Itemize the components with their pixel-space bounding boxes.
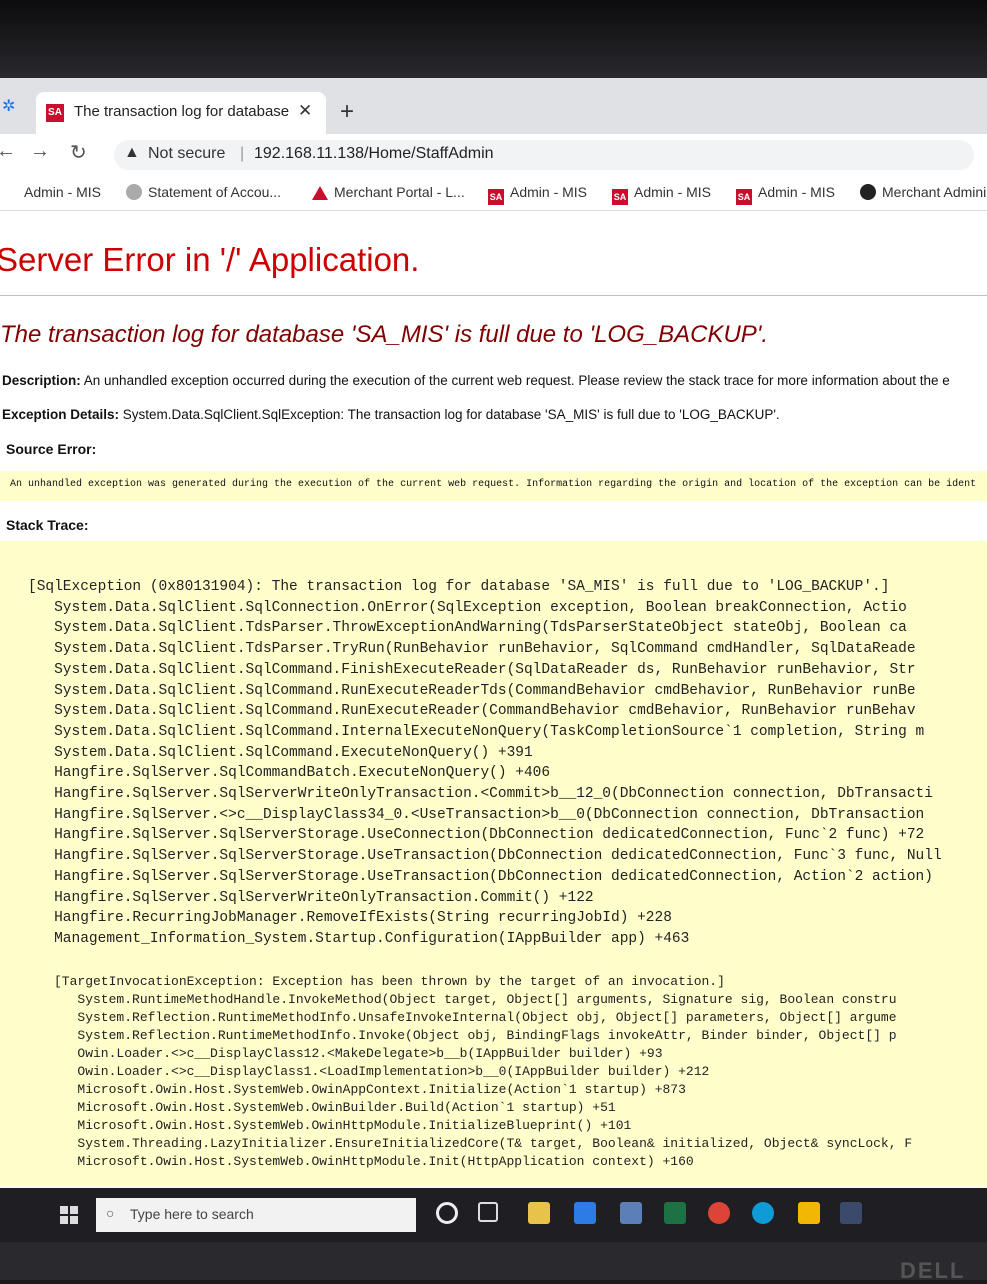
error-title: The transaction log for database 'SA_MIS… (0, 321, 769, 348)
stack-trace-line: System.RuntimeMethodHandle.InvokeMethod(… (54, 992, 897, 1007)
stack-trace-label: Stack Trace: (6, 517, 89, 533)
file-explorer-icon[interactable] (528, 1202, 550, 1224)
bookmark-admin-mis-3[interactable]: SA Admin - MIS (612, 184, 711, 205)
monitor-bezel-top (0, 0, 987, 80)
bookmark-statement[interactable]: Statement of Accou... (126, 184, 281, 200)
bookmark-admin-mis-4[interactable]: SA Admin - MIS (736, 184, 835, 205)
stack-trace-line: System.Data.SqlClient.TdsParser.ThrowExc… (28, 620, 907, 637)
exception-line: Exception Details: System.Data.SqlClient… (2, 407, 780, 422)
bookmark-admin-mis-1[interactable]: Admin - MIS (24, 184, 101, 200)
address-separator: | (240, 145, 245, 162)
source-error-text: An unhandled exception was generated dur… (10, 479, 977, 490)
source-error-label: Source Error: (6, 441, 97, 457)
exception-text: System.Data.SqlClient.SqlException: The … (122, 407, 780, 422)
cortana-icon[interactable] (436, 1202, 458, 1224)
stack-trace-line: System.Reflection.RuntimeMethodInfo.Unsa… (54, 1010, 897, 1025)
stack-trace-block-invocation: [TargetInvocationException: Exception ha… (54, 973, 912, 1171)
stack-trace-line: Hangfire.SqlServer.SqlServerStorage.UseT… (28, 868, 933, 885)
stack-trace-line: Hangfire.SqlServer.SqlServerWriteOnlyTra… (28, 889, 594, 906)
divider (0, 295, 987, 296)
page-title: Server Error in '/' Application. (0, 241, 420, 278)
stack-trace-line: Microsoft.Owin.Host.SystemWeb.OwinBuilde… (54, 1100, 616, 1115)
tab-title: The transaction log for database (74, 103, 290, 120)
stack-trace-line: System.Data.SqlClient.SqlCommand.Interna… (28, 723, 925, 740)
new-tab-button[interactable]: + (340, 100, 354, 124)
sticky-app-icon[interactable] (798, 1202, 820, 1224)
sa-logo-icon: SA (612, 189, 628, 205)
sa-logo-icon: SA (736, 189, 752, 205)
bookmark-merchant-portal[interactable]: Merchant Portal - L... (312, 184, 465, 200)
globe-icon (126, 184, 142, 200)
stack-trace-line: System.Threading.LazyInitializer.EnsureI… (54, 1136, 913, 1151)
sa-logo-icon: SA (488, 189, 504, 205)
search-icon: ○ (106, 1205, 115, 1221)
app-icon[interactable] (620, 1202, 642, 1224)
stack-trace-line: Microsoft.Owin.Host.SystemWeb.OwinHttpMo… (54, 1154, 694, 1169)
search-placeholder: Type here to search (130, 1206, 254, 1222)
forward-icon[interactable]: → (30, 140, 50, 163)
back-icon[interactable]: ← (0, 140, 16, 163)
tab-active[interactable]: SA The transaction log for database ✕ (36, 92, 326, 134)
not-secure-label[interactable]: Not secure (148, 145, 225, 163)
address-bar[interactable]: ▲ Not secure | 192.168.11.138/Home/Staff… (114, 140, 974, 170)
stack-trace-line: System.Data.SqlClient.SqlCommand.FinishE… (28, 661, 916, 678)
stack-trace-line: Hangfire.RecurringJobManager.RemoveIfExi… (28, 910, 672, 927)
description-text: An unhandled exception occurred during t… (83, 373, 950, 388)
stack-trace-line: System.Data.SqlClient.SqlConnection.OnEr… (28, 599, 907, 616)
close-icon[interactable]: ✕ (298, 101, 312, 121)
bookmark-admin-mis-2[interactable]: SA Admin - MIS (488, 184, 587, 205)
source-error-box: An unhandled exception was generated dur… (0, 471, 987, 501)
stack-trace-line: Hangfire.SqlServer.<>c__DisplayClass34_0… (28, 806, 925, 823)
stack-trace-line: Microsoft.Owin.Host.SystemWeb.OwinAppCon… (54, 1082, 686, 1097)
gear-icon[interactable]: ✲ (2, 96, 15, 116)
description-label: Description: (2, 373, 81, 388)
bookmarks-bar: Admin - MIS Statement of Accou... Mercha… (0, 176, 987, 211)
stack-trace-line: System.Data.SqlClient.TdsParser.TryRun(R… (28, 641, 916, 658)
stack-trace-line: System.Data.SqlClient.SqlCommand.RunExec… (28, 682, 916, 699)
stack-trace-line: System.Data.SqlClient.SqlCommand.Execute… (28, 744, 533, 761)
sa-logo-icon: SA (46, 104, 64, 122)
stack-trace-line: System.Reflection.RuntimeMethodInfo.Invo… (54, 1028, 897, 1043)
edge-icon[interactable] (752, 1202, 774, 1224)
taskbar-search[interactable]: ○ Type here to search (96, 1198, 416, 1232)
stack-trace-line: Hangfire.SqlServer.SqlCommandBatch.Execu… (28, 765, 551, 782)
stack-trace-line: Hangfire.SqlServer.SqlServerStorage.UseT… (28, 848, 942, 865)
warning-icon: ▲ (124, 144, 140, 161)
reload-icon[interactable]: ↻ (70, 140, 87, 165)
url-text[interactable]: 192.168.11.138/Home/StaffAdmin (254, 145, 494, 163)
dell-logo: DELL (900, 1258, 966, 1283)
stack-trace-box: [SqlException (0x80131904): The transact… (0, 541, 987, 1186)
chrome-icon[interactable] (708, 1202, 730, 1224)
stack-trace-line: [SqlException (0x80131904): The transact… (28, 579, 890, 595)
browser-toolbar: ← → ↻ ▲ Not secure | 192.168.11.138/Home… (0, 134, 987, 176)
stack-trace-line: [TargetInvocationException: Exception ha… (54, 974, 725, 989)
task-view-icon[interactable] (478, 1202, 498, 1222)
monitor-bezel-bottom (0, 1242, 987, 1280)
triangle-logo-icon (312, 186, 328, 200)
stack-trace-line: System.Data.SqlClient.SqlCommand.RunExec… (28, 703, 916, 720)
stack-trace-line: Hangfire.SqlServer.SqlServerStorage.UseC… (28, 827, 925, 844)
exception-label: Exception Details: (2, 407, 120, 422)
page-content: Server Error in '/' Application. The tra… (0, 211, 987, 1186)
stack-trace-line: Microsoft.Owin.Host.SystemWeb.OwinHttpMo… (54, 1118, 632, 1133)
browser-window: ✲ SA The transaction log for database ✕ … (0, 78, 987, 1188)
tab-strip: ✲ SA The transaction log for database ✕ … (0, 78, 987, 134)
windows-start-icon[interactable] (60, 1206, 78, 1224)
stack-trace-block-sql: [SqlException (0x80131904): The transact… (28, 577, 942, 950)
stack-trace-line: Management_Information_System.Startup.Co… (28, 930, 690, 947)
stack-trace-line: Owin.Loader.<>c__DisplayClass1.<LoadImpl… (54, 1064, 710, 1079)
stack-trace-line: Hangfire.SqlServer.SqlServerWriteOnlyTra… (28, 786, 933, 803)
windows-taskbar: ○ Type here to search (0, 1188, 987, 1242)
description-line: Description: An unhandled exception occu… (2, 373, 950, 388)
bookmark-merchant-admin[interactable]: Merchant Admini (860, 184, 986, 200)
store-icon[interactable] (574, 1202, 596, 1224)
excel-icon[interactable] (664, 1202, 686, 1224)
people-icon[interactable] (840, 1202, 862, 1224)
stack-trace-line: Owin.Loader.<>c__DisplayClass12.<MakeDel… (54, 1046, 663, 1061)
dark-circle-icon (860, 184, 876, 200)
